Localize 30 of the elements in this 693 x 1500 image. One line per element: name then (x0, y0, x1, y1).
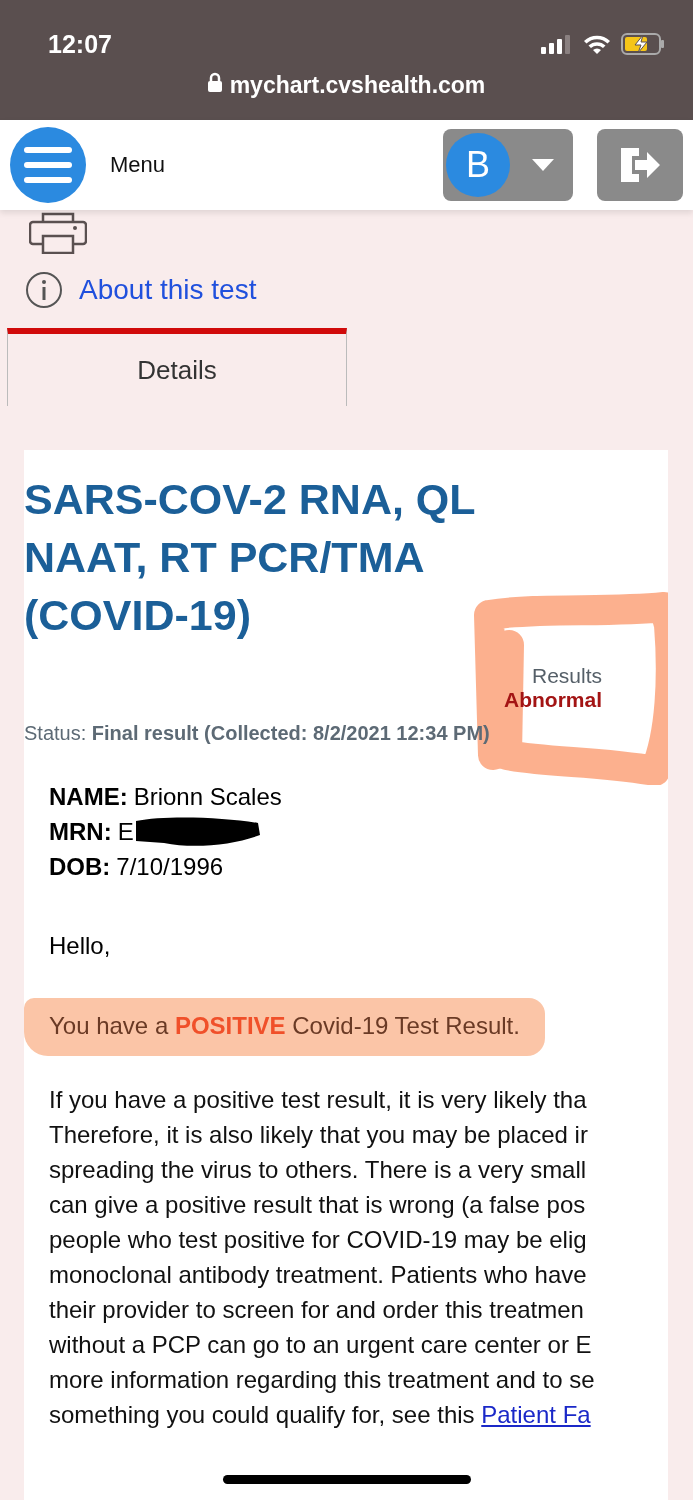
signal-icon (541, 34, 573, 54)
about-test-link[interactable]: About this test (79, 274, 257, 306)
clock-time: 12:07 (48, 29, 112, 59)
caret-icon (532, 159, 554, 171)
menu-icon (24, 145, 72, 185)
info-paragraph: If you have a positive test result, it is very likely tha Therefore, it is also likely that you may be placed ir spreading the virus to others. There is a very small can give a positive result that is wrong (a false pos people who test positive for COVID-19 may be elig monoclonal antibody treatment. Patients who have their provider to screen for and order this treatmen without a PCP can go to an urgent care center or E more information regarding this treatment and to se something you could qualify for, see this Patient Fa (49, 1085, 596, 1430)
logout-icon (619, 146, 661, 184)
results-label: Results (531, 664, 602, 688)
account-button[interactable]: B (443, 129, 573, 201)
battery-charging-icon (621, 33, 665, 55)
results-value: Abnormal (504, 688, 602, 712)
field-label: DOB: (49, 852, 111, 882)
field-label: MRN: (49, 817, 112, 847)
field-value: E (117, 817, 134, 847)
wifi-icon (583, 34, 611, 54)
info-icon (25, 271, 63, 309)
field-label: NAME: (49, 782, 128, 812)
details-tab[interactable]: Details (7, 328, 347, 406)
patient-fact-sheet-link[interactable]: Patient Fa (481, 1401, 591, 1428)
print-icon[interactable] (29, 212, 87, 254)
field-value: 7/10/1996 (116, 852, 224, 882)
test-title: SARS-COV-2 RNA, QL NAAT, RT PCR/TMA (COVID-19) (24, 474, 476, 641)
url-text[interactable]: mychart.cvshealth.com (229, 72, 486, 99)
menu-label[interactable]: Menu (110, 152, 419, 178)
avatar: B (446, 133, 510, 197)
greeting-text: Hello, (48, 931, 112, 960)
field-value: Brionn Scales (133, 782, 282, 812)
highlighted-message: You have a POSITIVE Covid-19 Test Result. (24, 998, 545, 1056)
logout-button[interactable] (597, 129, 683, 201)
lock-icon (207, 72, 222, 92)
